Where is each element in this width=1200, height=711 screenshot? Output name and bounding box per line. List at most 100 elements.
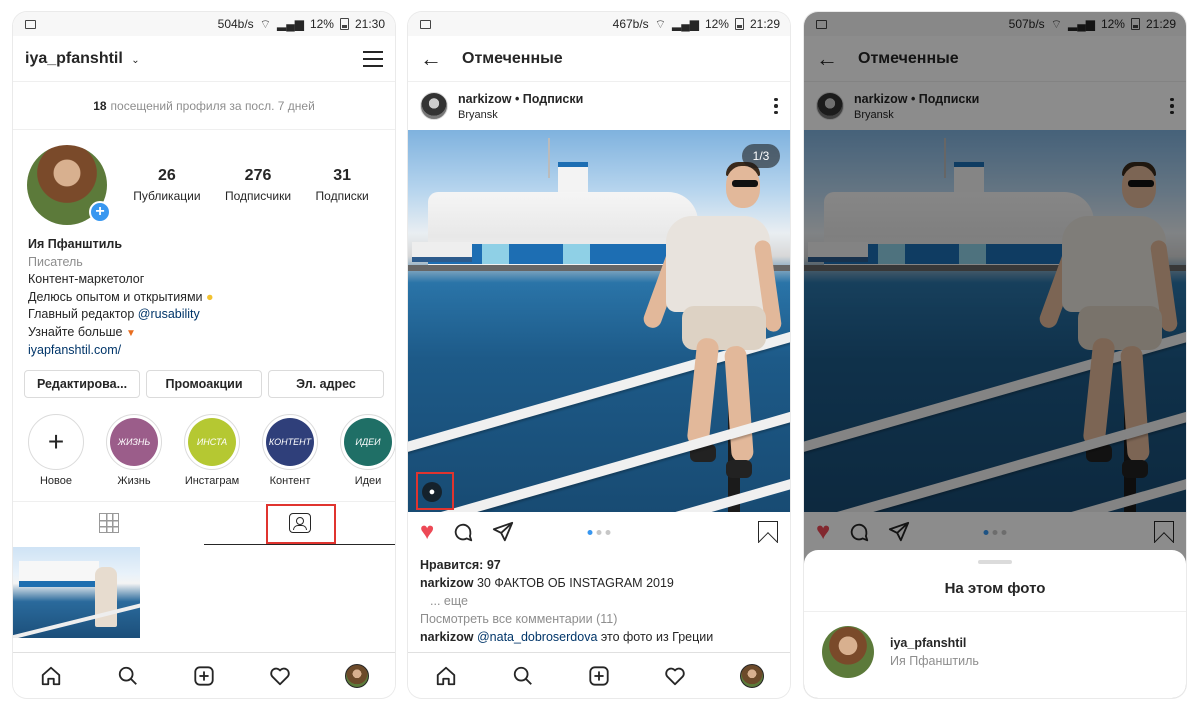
status-bar: 467b/s ⌔ ▂▄▆ 12% 21:29	[408, 12, 790, 36]
tagged-fullname: Ия Пфанштиль	[890, 654, 979, 668]
avatar[interactable]	[420, 92, 448, 120]
menu-icon[interactable]	[363, 50, 383, 67]
highlight-box	[416, 472, 454, 510]
post-username[interactable]: narkizow • Подписки	[458, 92, 774, 106]
stat-followers[interactable]: 276 Подписчики	[225, 167, 291, 203]
visits-count: 18	[93, 98, 107, 113]
clock: 21:30	[354, 17, 385, 31]
profile-actions: Редактирова... Промоакции Эл. адрес	[13, 360, 395, 398]
signal-icon: ▂▄▆	[276, 17, 304, 31]
tab-grid[interactable]	[13, 502, 204, 545]
search-icon[interactable]	[511, 664, 535, 688]
profile-screen: 504b/s ⌔ ▂▄▆ 12% 21:30 iya_pfanshtil ⌄ 1…	[13, 12, 395, 698]
bookmark-icon[interactable]	[758, 521, 778, 543]
caption-text: ⁣​30 ФАКТОВ ОБ INSTAGRAM 2019	[476, 576, 674, 590]
highlight-cover: ИНСТА	[188, 417, 236, 466]
tagged-post-screen: 467b/s ⌔ ▂▄▆ 12% 21:29 ← Отмеченные nark…	[408, 12, 790, 698]
stat-posts[interactable]: 26 Публикации	[133, 167, 200, 203]
avatar	[822, 626, 874, 678]
share-icon[interactable]	[492, 521, 514, 543]
clock: 21:29	[749, 17, 780, 31]
post-location[interactable]: Bryansk	[458, 109, 774, 121]
stat-value: 31	[333, 167, 352, 184]
profile-tabs	[13, 500, 395, 545]
post-photo[interactable]: 1/3 ●	[408, 130, 790, 512]
profile-avatar-icon[interactable]	[344, 663, 369, 688]
highlight-cover: ИДЕИ	[344, 417, 392, 466]
activity-heart-icon[interactable]	[268, 664, 292, 688]
comment-mention[interactable]: @nata_dobroserdova	[477, 630, 597, 644]
stat-label: Подписки	[315, 189, 369, 203]
search-icon[interactable]	[116, 664, 140, 688]
bio-line: Делюсь опытом и открытиями ●	[28, 289, 380, 307]
avatar[interactable]: +	[27, 145, 111, 225]
profile-name: Ия Пфанштиль	[28, 237, 123, 251]
promotions-button[interactable]: Промоакции	[146, 369, 262, 398]
highlight-instagram[interactable]: ИНСТА Инстаграм	[184, 413, 240, 487]
add-story-icon[interactable]: +	[89, 201, 111, 223]
profile-category: Писатель	[28, 254, 83, 269]
bio-line: Узнайте больше ▼	[28, 324, 380, 343]
comment-icon[interactable]	[452, 521, 474, 543]
back-arrow-icon[interactable]: ←	[420, 46, 442, 72]
highlight-new[interactable]: + Новое	[28, 413, 84, 487]
post-actions: ♥	[408, 512, 790, 552]
gallery-notification-icon	[420, 19, 431, 29]
battery-icon	[339, 18, 349, 30]
post-header: narkizow • Подписки Bryansk	[408, 82, 790, 130]
highlight-ideas[interactable]: ИДЕИ Идеи	[340, 413, 395, 487]
profile-header: iya_pfanshtil ⌄	[13, 36, 395, 82]
sheet-title: На этом фото	[804, 580, 1186, 612]
story-highlights: + Новое ЖИЗНЬ Жизнь ИНСТА Инстаграм КОНТ…	[13, 398, 395, 487]
tagged-photo-thumbnail[interactable]	[13, 546, 140, 638]
bio-line-text: Узнайте больше	[28, 324, 123, 339]
gallery-notification-icon	[25, 19, 36, 29]
stat-value: 26	[157, 167, 176, 184]
new-post-icon[interactable]	[192, 664, 216, 688]
highlight-cover: КОНТЕНТ	[266, 417, 314, 466]
account-switcher[interactable]: iya_pfanshtil ⌄	[25, 50, 140, 68]
network-speed: 467b/s	[612, 17, 649, 31]
tagged-people-sheet: На этом фото iya_pfanshtil Ия Пфанштиль	[804, 550, 1186, 698]
bio-mention-link[interactable]: @rusability	[138, 307, 200, 321]
caption-user[interactable]: narkizow	[420, 576, 474, 590]
profile-visits-banner[interactable]: 18 посещений профиля за посл. 7 дней	[13, 82, 395, 130]
comment-user[interactable]: narkizow	[420, 630, 474, 644]
activity-heart-icon[interactable]	[663, 664, 687, 688]
wifi-icon: ⌔	[259, 16, 271, 31]
home-icon[interactable]	[434, 664, 458, 688]
idea-emoji-icon: ●	[206, 289, 214, 304]
tagged-user-row[interactable]: iya_pfanshtil Ия Пфанштиль	[804, 612, 1186, 692]
tagged-username: iya_pfanshtil	[890, 636, 967, 650]
profile-avatar-icon[interactable]	[739, 663, 764, 688]
likes-count[interactable]: Нравится: 97	[420, 556, 778, 574]
website-link[interactable]: iyapfanshtil.com/	[28, 342, 380, 360]
highlight-life[interactable]: ЖИЗНЬ Жизнь	[106, 413, 162, 487]
network-speed: 504b/s	[217, 17, 254, 31]
profile-summary: + 26 Публикации 276 Подписчики 31 Подпис…	[13, 130, 395, 228]
view-comments-link[interactable]: Посмотреть все комментарии (11)	[420, 610, 778, 628]
chevron-down-icon: ⌄	[131, 54, 140, 66]
sheet-drag-handle[interactable]	[978, 560, 1012, 564]
liked-heart-icon[interactable]: ♥	[420, 520, 434, 544]
bio-line-text: Делюсь опытом и открытиями	[28, 289, 203, 304]
email-button[interactable]: Эл. адрес	[268, 369, 384, 398]
caption: narkizow ⁣​30 ФАКТОВ ОБ INSTAGRAM 2019	[420, 574, 778, 592]
stat-value: 276	[244, 167, 272, 184]
highlight-label: Контент	[269, 474, 311, 487]
highlight-label: Идеи	[354, 474, 382, 487]
triangle-down-icon: ▼	[125, 327, 136, 339]
caption-more[interactable]: ... еще	[420, 592, 778, 610]
edit-profile-button[interactable]: Редактирова...	[24, 369, 140, 398]
highlight-box	[266, 503, 336, 544]
highlight-content[interactable]: КОНТЕНТ Контент	[262, 413, 318, 487]
new-post-icon[interactable]	[587, 664, 611, 688]
stat-following[interactable]: 31 Подписки	[316, 167, 369, 203]
bio-line: Главный редактор @rusability	[28, 306, 380, 324]
status-bar: 504b/s ⌔ ▂▄▆ 12% 21:30	[13, 12, 395, 36]
highlight-label: Жизнь	[117, 474, 151, 487]
bio-line: Контент-маркетолог	[28, 272, 145, 286]
home-icon[interactable]	[39, 664, 63, 688]
plus-icon: +	[47, 425, 65, 457]
more-options-icon[interactable]	[774, 97, 778, 115]
